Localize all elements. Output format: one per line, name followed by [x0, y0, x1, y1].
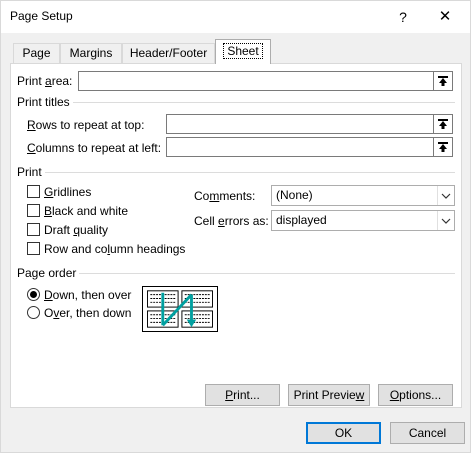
page-order-preview-image — [142, 286, 218, 332]
rows-repeat-collapse-button[interactable] — [433, 114, 453, 134]
tab-header-footer[interactable]: Header/Footer — [122, 43, 215, 63]
rows-repeat-input[interactable] — [166, 114, 434, 134]
page-order-heading: Page order — [17, 266, 80, 280]
chevron-down-icon — [437, 211, 454, 230]
tab-label: Sheet — [223, 43, 263, 59]
cell-errors-select[interactable]: displayed — [271, 210, 455, 231]
gridlines-checkbox[interactable] — [27, 185, 40, 198]
print-titles-heading: Print titles — [17, 95, 73, 109]
print-button[interactable]: Print... — [205, 384, 280, 406]
help-button[interactable]: ? — [389, 6, 417, 28]
over-then-down-label: Over, then down — [44, 306, 132, 320]
chevron-down-icon — [437, 186, 454, 205]
tab-label: Header/Footer — [129, 46, 208, 60]
black-and-white-label: Black and white — [44, 204, 129, 218]
down-then-over-label: Down, then over — [44, 288, 132, 302]
row-column-headings-label: Row and column headings — [44, 242, 186, 256]
page-setup-dialog: Page Setup ? ✕ Page Margins Header/Foote… — [0, 0, 471, 453]
print-titles-divider — [17, 102, 455, 103]
rows-repeat-label: Rows to repeat at top: — [27, 118, 145, 132]
columns-repeat-input[interactable] — [166, 137, 434, 157]
collapse-arrow-icon — [438, 142, 448, 152]
print-heading: Print — [17, 165, 45, 179]
options-button[interactable]: Options... — [378, 384, 453, 406]
draft-quality-label: Draft quality — [44, 223, 109, 237]
ok-button[interactable]: OK — [306, 422, 381, 444]
tab-label: Page — [22, 46, 51, 60]
tab-margins[interactable]: Margins — [60, 43, 122, 63]
black-and-white-checkbox[interactable] — [27, 204, 40, 217]
columns-repeat-collapse-button[interactable] — [433, 137, 453, 157]
tab-sheet[interactable]: Sheet — [215, 39, 271, 64]
gridlines-label: Gridlines — [44, 185, 92, 199]
columns-repeat-label: Columns to repeat at left: — [27, 141, 162, 155]
cell-errors-label: Cell errors as: — [194, 214, 269, 228]
window-title: Page Setup — [10, 9, 73, 23]
page-order-divider — [17, 273, 455, 274]
print-area-label: Print area: — [17, 74, 73, 88]
print-divider — [17, 172, 455, 173]
collapse-arrow-icon — [438, 119, 448, 129]
draft-quality-checkbox[interactable] — [27, 223, 40, 236]
row-column-headings-checkbox[interactable] — [27, 242, 40, 255]
tab-page[interactable]: Page — [13, 43, 60, 63]
title-bar: Page Setup ? ✕ — [1, 1, 470, 33]
over-then-down-radio[interactable] — [27, 306, 40, 319]
comments-label: Comments: — [194, 189, 256, 203]
collapse-arrow-icon — [438, 76, 448, 86]
close-button[interactable]: ✕ — [431, 6, 459, 28]
down-then-over-radio[interactable] — [27, 288, 40, 301]
print-area-collapse-button[interactable] — [433, 71, 453, 91]
cell-errors-value: displayed — [276, 213, 327, 227]
cancel-button[interactable]: Cancel — [390, 422, 465, 444]
comments-value: (None) — [276, 188, 313, 202]
print-preview-button[interactable]: Print Preview — [288, 384, 370, 406]
tab-label: Margins — [69, 46, 113, 60]
comments-select[interactable]: (None) — [271, 185, 455, 206]
sheet-panel: Print area: Print titles Rows to repeat … — [10, 63, 462, 408]
print-area-input[interactable] — [78, 71, 434, 91]
